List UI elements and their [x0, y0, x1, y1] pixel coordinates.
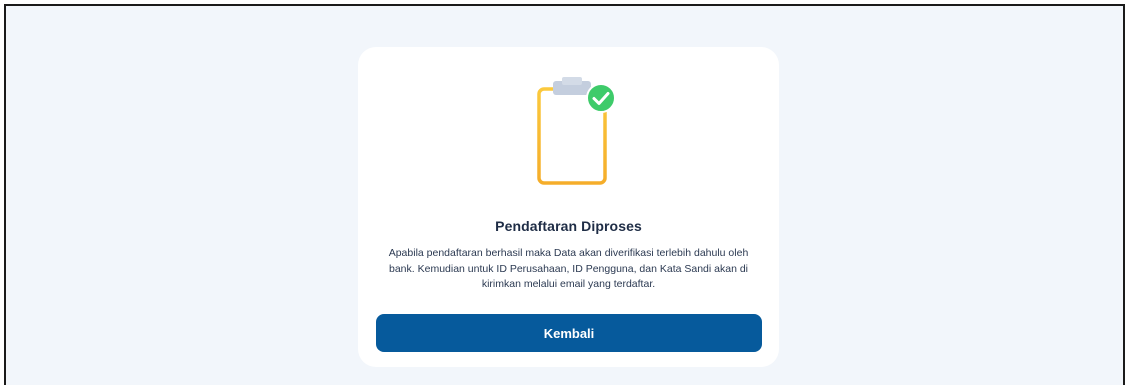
dialog-title: Pendaftaran Diproses	[495, 218, 642, 234]
dialog-message: Apabila pendaftaran berhasil maka Data a…	[388, 247, 749, 290]
clipboard-check-icon	[537, 77, 616, 185]
page-background: Pendaftaran Diproses Apabila pendaftaran…	[4, 4, 1125, 385]
back-button[interactable]: Kembali	[376, 314, 762, 352]
registration-status-card: Pendaftaran Diproses Apabila pendaftaran…	[358, 47, 779, 367]
